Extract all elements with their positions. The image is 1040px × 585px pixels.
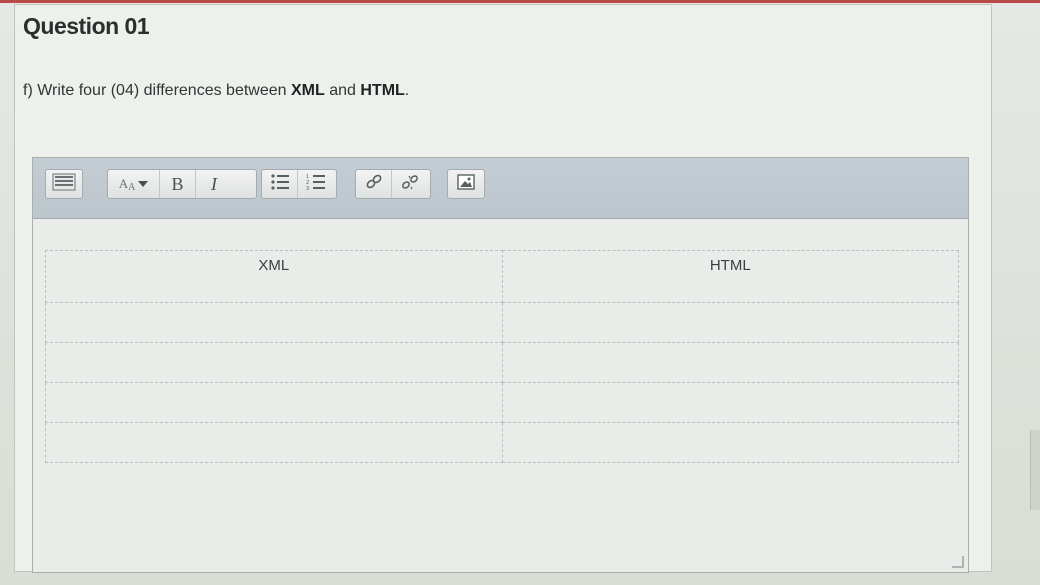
table-header-xml[interactable]: XML [45, 250, 503, 303]
svg-text:3: 3 [306, 186, 309, 191]
text-format-group: AA B I [107, 169, 257, 199]
italic-button[interactable]: I [196, 170, 232, 198]
table-cell[interactable] [45, 422, 503, 463]
toolbar-toggle-icon [52, 173, 76, 196]
table-header-row: XML HTML [45, 250, 959, 303]
toolbar-toggle-group [45, 169, 83, 199]
table-header-html[interactable]: HTML [501, 250, 959, 303]
table-cell[interactable] [45, 342, 503, 383]
link-icon [364, 173, 384, 196]
font-size-button[interactable]: AA [108, 170, 160, 198]
table-row [45, 342, 959, 383]
table-cell[interactable] [501, 302, 959, 343]
screen: Question 01 f) Write four (04) differenc… [0, 0, 1040, 585]
question-text: f) Write four (04) differences between X… [23, 82, 409, 100]
link-group [355, 169, 431, 199]
table-cell[interactable] [501, 342, 959, 383]
table-cell[interactable] [501, 422, 959, 463]
image-icon [456, 173, 476, 196]
table-cell[interactable] [501, 382, 959, 423]
ordered-list-button[interactable]: 1 2 3 [298, 170, 334, 198]
image-group [447, 169, 485, 199]
right-edge-panel [1030, 430, 1040, 510]
question-text-mid: and [324, 82, 361, 99]
bold-button[interactable]: B [160, 170, 196, 198]
list-group: 1 2 3 [261, 169, 337, 199]
italic-icon: I [211, 173, 217, 194]
question-text-prefix: f) Write four (04) differences between [23, 82, 291, 99]
question-text-html: HTML [360, 82, 405, 99]
table-cell[interactable] [45, 302, 503, 343]
question-panel: Question 01 f) Write four (04) differenc… [14, 4, 992, 573]
ordered-list-icon: 1 2 3 [306, 173, 326, 196]
link-button[interactable] [356, 170, 392, 198]
table-row [45, 302, 959, 343]
question-title: Question 01 [23, 13, 150, 39]
image-button[interactable] [448, 170, 484, 198]
answer-table[interactable]: XML HTML [45, 250, 959, 463]
unlink-icon [400, 173, 420, 196]
unlink-button[interactable] [392, 170, 428, 198]
table-cell[interactable] [45, 382, 503, 423]
unordered-list-button[interactable] [262, 170, 298, 198]
editor-toolbar: AA B I 1 2 3 [33, 158, 968, 219]
table-row [45, 422, 959, 463]
answer-editor[interactable]: AA B I 1 2 3 XML HTML [32, 157, 969, 573]
table-row [45, 382, 959, 423]
toolbar-toggle-button[interactable] [46, 170, 82, 198]
chevron-down-icon [138, 181, 149, 187]
top-accent-strip [0, 0, 1040, 3]
unordered-list-icon [270, 173, 290, 196]
question-text-suffix: . [404, 82, 410, 99]
font-size-icon: AA [118, 175, 136, 193]
bold-icon: B [171, 173, 184, 194]
question-text-xml: XML [290, 82, 325, 99]
editor-resize-handle[interactable] [952, 556, 964, 568]
